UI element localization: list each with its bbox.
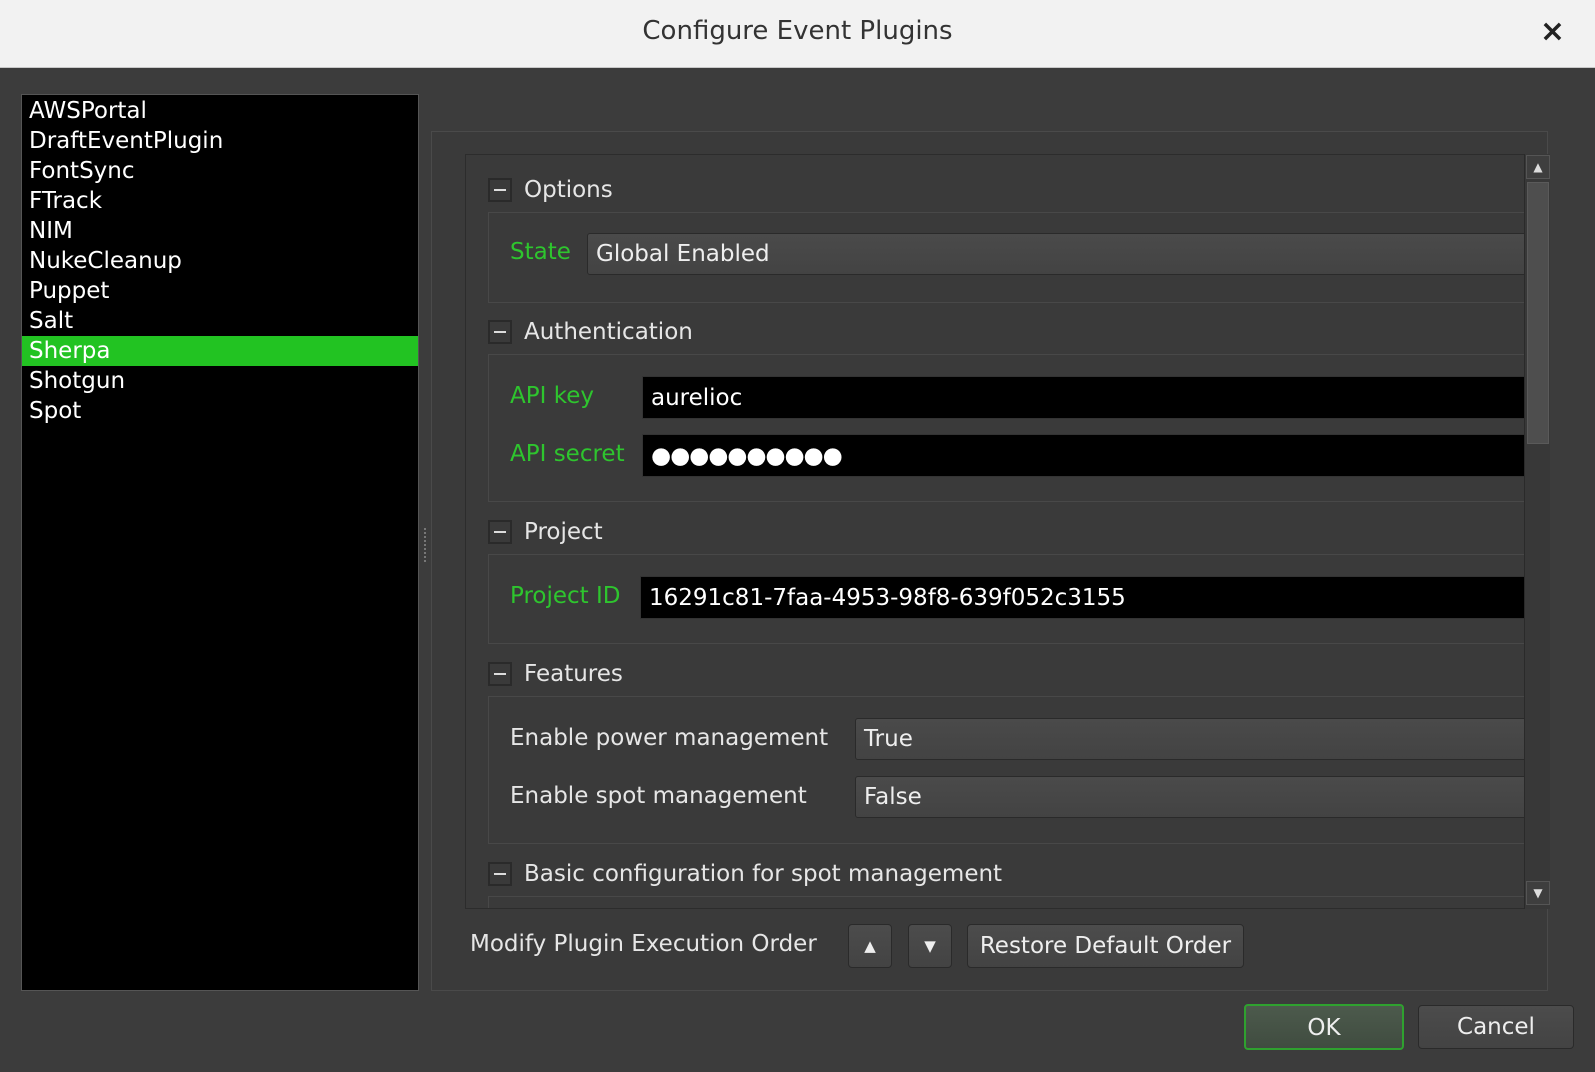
group-options-body: State Global Enabled: [488, 212, 1532, 303]
api-secret-label: API secret: [510, 441, 625, 467]
collapse-icon[interactable]: [488, 662, 512, 686]
group-spot-config-header: Basic configuration for spot management: [488, 859, 1002, 889]
scroll-down-icon[interactable]: ▼: [1526, 881, 1550, 905]
plugin-list[interactable]: AWSPortal DraftEventPlugin FontSync FTra…: [21, 94, 419, 991]
plugin-item-awsportal[interactable]: AWSPortal: [22, 96, 418, 126]
group-title: Project: [524, 519, 603, 545]
spot-management-dropdown[interactable]: False: [855, 776, 1532, 818]
api-secret-input[interactable]: ●●●●●●●●●●: [642, 434, 1532, 477]
plugin-item-ftrack[interactable]: FTrack: [22, 186, 418, 216]
move-down-button[interactable]: ▼: [908, 924, 952, 968]
execution-order-label: Modify Plugin Execution Order: [470, 931, 817, 957]
power-management-dropdown[interactable]: True: [855, 718, 1532, 760]
group-title: Features: [524, 661, 623, 687]
collapse-icon[interactable]: [488, 520, 512, 544]
group-spot-config-body: [488, 896, 1528, 908]
ok-button[interactable]: OK: [1244, 1004, 1404, 1050]
plugin-item-puppet[interactable]: Puppet: [22, 276, 418, 306]
plugin-item-sherpa[interactable]: Sherpa: [22, 336, 418, 366]
group-project-body: Project ID 16291c81-7faa-4953-98f8-639f0…: [488, 554, 1532, 644]
api-key-label: API key: [510, 383, 594, 409]
title-bar: Configure Event Plugins ×: [0, 0, 1595, 68]
settings-scroll-area: Options State Global Enabled Authenticat…: [465, 154, 1550, 909]
collapse-icon[interactable]: [488, 862, 512, 886]
move-up-button[interactable]: ▲: [848, 924, 892, 968]
close-icon[interactable]: ×: [1540, 14, 1565, 49]
power-management-label: Enable power management: [510, 725, 829, 751]
spot-management-label: Enable spot management: [510, 783, 807, 809]
group-title: Basic configuration for spot management: [524, 861, 1003, 887]
splitter-handle[interactable]: [424, 528, 428, 562]
project-id-input[interactable]: 16291c81-7faa-4953-98f8-639f052c3155: [640, 576, 1532, 619]
scroll-up-icon[interactable]: ▲: [1526, 155, 1550, 179]
scrollbar-thumb[interactable]: [1527, 182, 1549, 444]
plugin-item-nukecleanup[interactable]: NukeCleanup: [22, 246, 418, 276]
plugin-item-shotgun[interactable]: Shotgun: [22, 366, 418, 396]
plugin-item-nim[interactable]: NIM: [22, 216, 418, 246]
plugin-item-drafteventplugin[interactable]: DraftEventPlugin: [22, 126, 418, 156]
group-title: Authentication: [524, 319, 693, 345]
plugin-item-salt[interactable]: Salt: [22, 306, 418, 336]
state-label: State: [510, 239, 571, 265]
group-features-header: Features: [488, 659, 623, 689]
restore-default-order-button[interactable]: Restore Default Order: [967, 924, 1244, 968]
state-dropdown[interactable]: Global Enabled: [587, 233, 1532, 275]
cancel-button[interactable]: Cancel: [1418, 1005, 1574, 1049]
vertical-scrollbar[interactable]: ▲ ▼: [1524, 154, 1550, 909]
api-key-input[interactable]: aurelioc: [642, 376, 1532, 419]
group-features-body: Enable power management True Enable spot…: [488, 696, 1532, 844]
project-id-label: Project ID: [510, 583, 621, 609]
group-authentication-header: Authentication: [488, 317, 693, 347]
group-options-header: Options: [488, 175, 613, 205]
group-title: Options: [524, 177, 613, 203]
collapse-icon[interactable]: [488, 320, 512, 344]
group-project-header: Project: [488, 517, 603, 547]
plugin-item-spot[interactable]: Spot: [22, 396, 418, 426]
plugin-item-fontsync[interactable]: FontSync: [22, 156, 418, 186]
group-authentication-body: API key aurelioc API secret ●●●●●●●●●●: [488, 354, 1532, 502]
collapse-icon[interactable]: [488, 178, 512, 202]
dialog-title: Configure Event Plugins: [642, 16, 953, 46]
